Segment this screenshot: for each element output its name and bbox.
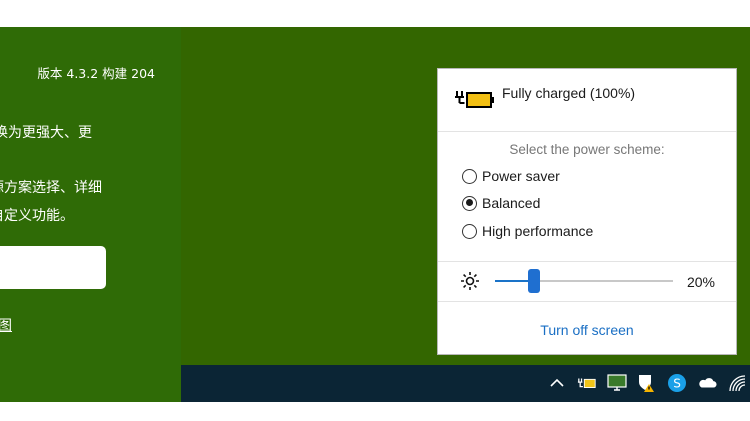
wifi-icon[interactable] [728,373,748,393]
scheme-power-saver[interactable]: Power saver [462,168,560,184]
skype-icon[interactable]: S [667,373,687,393]
battery-status-text: Fully charged (100%) [502,85,636,101]
divider [438,261,736,262]
brightness-value: 20% [686,274,715,290]
scheme-label-balanced: Balanced [482,195,541,211]
battery-icon[interactable] [577,373,597,393]
onedrive-icon[interactable] [697,373,717,393]
radio-button[interactable] [462,223,477,239]
scheme-label-high-performance: High performance [482,223,594,239]
taskbar [181,365,750,402]
version-text: 版本 4.3.2 构建 204 [37,66,155,81]
panel-link[interactable]: 图 [0,315,12,335]
svg-text:S: S [673,377,681,391]
radio-button-selected[interactable] [462,195,477,211]
description-line-3: 的自定义功能。 [0,208,74,224]
scheme-balanced[interactable]: Balanced [462,195,540,211]
radio-button[interactable] [462,168,477,184]
description-line-2: 电源方案选择、详细 [0,180,102,196]
brightness-slider-thumb[interactable] [528,269,540,293]
network-monitor-icon[interactable] [607,373,627,393]
chevron-up-icon[interactable] [547,373,567,393]
scheme-label: Select the power scheme: [509,142,665,157]
power-flyout: Fully charged (100%) Select the power sc… [437,68,737,355]
app-panel: 版本 4.3.2 构建 204 器替换为更强大、更 电源方案选择、详细 的自定义… [0,27,181,402]
action-button[interactable] [0,246,106,289]
scheme-label-power-saver: Power saver [482,168,560,184]
scheme-high-performance[interactable]: High performance [462,223,593,239]
brightness-icon [461,272,479,290]
security-warning-icon[interactable] [637,373,657,393]
turn-off-screen-link[interactable]: Turn off screen [438,322,736,338]
divider [438,131,736,132]
battery-charged-icon [455,91,494,108]
divider [438,301,736,302]
description-line-1: 器替换为更强大、更 [0,125,92,141]
